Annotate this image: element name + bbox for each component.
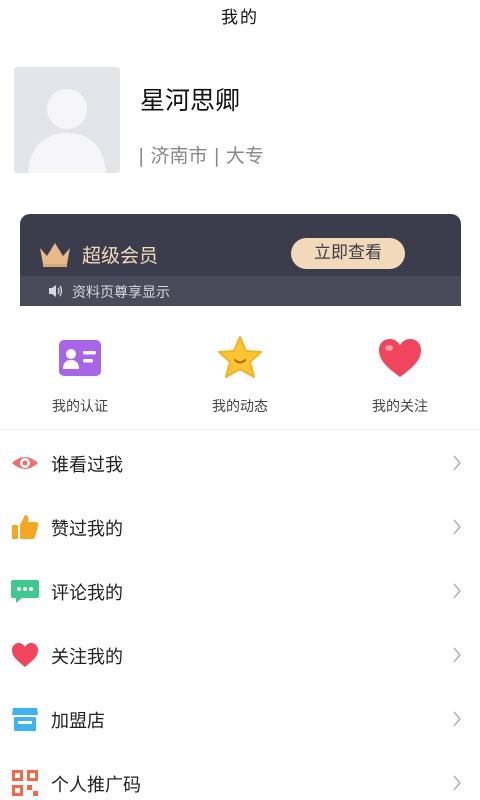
avatar[interactable] bbox=[14, 67, 120, 173]
vip-title: 超级会员 bbox=[82, 245, 159, 267]
menu-label: 个人推广码 bbox=[51, 775, 141, 796]
qr-code-icon bbox=[12, 770, 38, 796]
eye-icon bbox=[12, 457, 38, 469]
menu-list: 谁看过我 赞过我的 评论我的 关注我的 加盟店 个人推广码 bbox=[0, 431, 480, 800]
menu-label: 评论我的 bbox=[51, 583, 123, 604]
profile-meta: | 济南市 | 大专 bbox=[138, 145, 264, 167]
top-bar: 我的 bbox=[0, 0, 480, 36]
menu-item-who-viewed-me[interactable]: 谁看过我 bbox=[0, 431, 480, 495]
menu-item-commented-me[interactable]: 评论我的 bbox=[0, 559, 480, 623]
id-card-icon bbox=[59, 340, 101, 376]
vip-subtitle-bar: 资料页尊享显示 bbox=[20, 276, 461, 306]
page-title: 我的 bbox=[221, 8, 259, 28]
menu-item-franchise-store[interactable]: 加盟店 bbox=[0, 687, 480, 751]
chevron-right-icon bbox=[453, 647, 462, 663]
quick-label: 我的动态 bbox=[212, 399, 268, 415]
speaker-icon bbox=[49, 285, 63, 297]
quick-item-following[interactable]: 我的关注 bbox=[320, 306, 480, 429]
crown-icon bbox=[40, 243, 70, 267]
quick-item-verification[interactable]: 我的认证 bbox=[0, 306, 160, 429]
menu-item-liked-me[interactable]: 赞过我的 bbox=[0, 495, 480, 559]
menu-item-promo-code[interactable]: 个人推广码 bbox=[0, 751, 480, 800]
chevron-right-icon bbox=[453, 519, 462, 535]
chevron-right-icon bbox=[453, 711, 462, 727]
quick-label: 我的关注 bbox=[372, 399, 428, 415]
chevron-right-icon bbox=[453, 583, 462, 599]
vip-subtitle: 资料页尊享显示 bbox=[72, 285, 170, 301]
quick-actions: 我的认证 我的动态 我的关注 bbox=[0, 306, 480, 430]
menu-label: 赞过我的 bbox=[51, 519, 123, 540]
vip-banner[interactable]: 超级会员 立即查看 资料页尊享显示 bbox=[20, 214, 461, 306]
avatar-placeholder-icon bbox=[14, 67, 120, 173]
quick-label: 我的认证 bbox=[52, 399, 108, 415]
quick-item-moments[interactable]: 我的动态 bbox=[160, 306, 320, 429]
menu-item-followed-me[interactable]: 关注我的 bbox=[0, 623, 480, 687]
menu-label: 加盟店 bbox=[51, 711, 105, 732]
shop-icon bbox=[12, 708, 38, 731]
view-now-button[interactable]: 立即查看 bbox=[291, 238, 405, 269]
profile-card[interactable]: 星河思卿 | 济南市 | 大专 bbox=[14, 67, 466, 173]
chevron-right-icon bbox=[453, 775, 462, 791]
profile-name: 星河思卿 bbox=[140, 86, 241, 115]
heart-icon bbox=[12, 643, 38, 667]
thumbs-up-icon bbox=[12, 515, 39, 539]
heart-icon bbox=[379, 339, 421, 377]
chevron-right-icon bbox=[453, 455, 462, 471]
menu-label: 关注我的 bbox=[51, 647, 123, 668]
menu-label: 谁看过我 bbox=[51, 455, 123, 476]
chat-bubble-icon bbox=[11, 580, 39, 603]
star-icon bbox=[218, 336, 262, 378]
